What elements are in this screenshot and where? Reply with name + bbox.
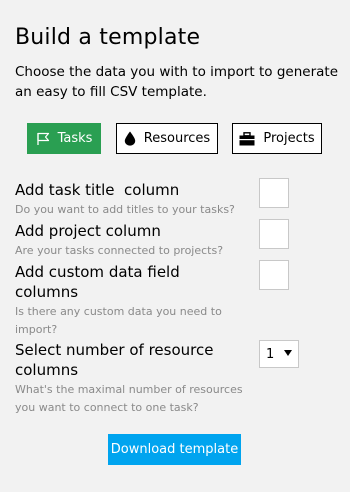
tab-projects[interactable]: Projects xyxy=(232,123,322,154)
resource-columns-option: Select number of resource columns What's… xyxy=(15,340,245,417)
option-label: Add custom data field columns xyxy=(15,263,180,301)
option-label: Add project column xyxy=(15,222,161,240)
option-label: Select number of resource columns xyxy=(15,341,214,379)
custom-fields-option: Add custom data field columns Is there a… xyxy=(15,262,245,339)
tab-label: Resources xyxy=(143,131,211,146)
download-template-button[interactable]: Download template xyxy=(108,434,241,465)
flag-icon xyxy=(36,132,50,146)
tab-resources[interactable]: Resources xyxy=(116,123,218,154)
task-title-checkbox[interactable] xyxy=(259,178,289,208)
option-hint: What's the maximal number of resources y… xyxy=(15,383,243,414)
chevron-down-icon xyxy=(284,350,292,356)
option-label: Add task title column xyxy=(15,181,180,199)
tab-label: Tasks xyxy=(57,131,93,146)
custom-fields-checkbox[interactable] xyxy=(259,260,289,290)
tab-label: Projects xyxy=(263,131,315,146)
briefcase-icon xyxy=(239,131,255,146)
data-type-tabs: Tasks Resources Projects xyxy=(0,123,350,154)
option-hint: Are your tasks connected to projects? xyxy=(15,244,224,257)
project-column-option: Add project column Are your tasks connec… xyxy=(15,221,250,260)
task-title-option: Add task title column Do you want to add… xyxy=(15,180,250,219)
project-column-checkbox[interactable] xyxy=(259,219,289,249)
option-hint: Do you want to add titles to your tasks? xyxy=(15,203,235,216)
page-title: Build a template xyxy=(15,25,201,50)
select-value: 1 xyxy=(266,346,275,362)
drop-icon xyxy=(124,131,136,146)
tab-tasks[interactable]: Tasks xyxy=(27,123,101,154)
option-hint: Is there any custom data you need to imp… xyxy=(15,305,222,336)
intro-text: Choose the data you with to import to ge… xyxy=(15,64,339,100)
template-builder: Build a template Choose the data you wit… xyxy=(0,0,350,492)
resource-count-select[interactable]: 1 xyxy=(259,340,299,368)
